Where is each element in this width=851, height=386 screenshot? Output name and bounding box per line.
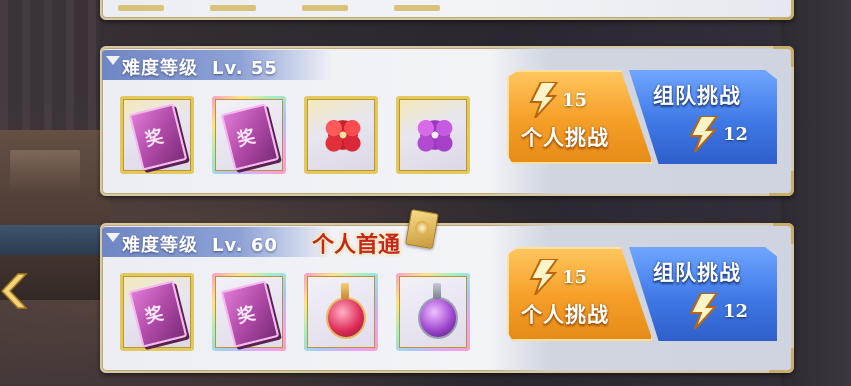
reward-item[interactable] bbox=[304, 96, 378, 174]
violet-potion-icon bbox=[418, 283, 458, 339]
difficulty-title: 难度等级 Lv. 55 bbox=[122, 54, 278, 80]
pink-book-rainbow-icon bbox=[220, 103, 280, 171]
stage-panel: 难度等级 Lv. 55 15 个人挑战 组队挑战 12 bbox=[100, 46, 794, 196]
stamina-bolt-icon bbox=[689, 116, 719, 152]
first-clear-badge: 个人首通 bbox=[312, 232, 401, 258]
panel-corner-ornament bbox=[769, 171, 794, 196]
reward-item[interactable] bbox=[120, 273, 194, 351]
team-challenge-button[interactable]: 组队挑战 12 bbox=[629, 70, 777, 164]
background-columns bbox=[0, 0, 100, 130]
red-potion-icon bbox=[326, 283, 366, 339]
reward-item[interactable] bbox=[304, 273, 378, 351]
reward-slot-stub bbox=[210, 5, 256, 11]
stamina-bolt-icon bbox=[689, 293, 719, 329]
solo-cost: 15 bbox=[562, 267, 588, 288]
header-marker-icon bbox=[106, 56, 120, 65]
panel-corner-ornament bbox=[773, 46, 794, 67]
reward-item[interactable] bbox=[120, 96, 194, 174]
header-marker-icon bbox=[106, 233, 120, 242]
first-clear-card-icon bbox=[405, 208, 439, 250]
reward-item[interactable] bbox=[396, 273, 470, 351]
team-button-label: 组队挑战 bbox=[653, 261, 741, 285]
stage-panel: 难度等级 Lv. 60 个人首通 15 个人挑战 组队挑战 12 bbox=[100, 208, 794, 373]
solo-cost: 15 bbox=[562, 90, 588, 111]
panel-corner-ornament bbox=[769, 0, 794, 20]
purple-flower-icon bbox=[412, 112, 458, 158]
pink-book-rainbow-icon bbox=[220, 280, 280, 348]
stamina-bolt-icon bbox=[529, 82, 559, 118]
left-arrow-icon[interactable] bbox=[0, 268, 28, 314]
difficulty-title: 难度等级 Lv. 60 bbox=[122, 231, 278, 257]
panel-corner-ornament bbox=[773, 223, 794, 244]
team-cost: 12 bbox=[723, 301, 749, 322]
difficulty-label: 难度等级 bbox=[122, 58, 198, 79]
solo-button-label: 个人挑战 bbox=[521, 303, 609, 327]
pink-book-icon bbox=[128, 103, 188, 171]
difficulty-level: Lv. 55 bbox=[212, 58, 278, 79]
reward-item[interactable] bbox=[212, 273, 286, 351]
team-challenge-button[interactable]: 组队挑战 12 bbox=[629, 247, 777, 341]
stamina-bolt-icon bbox=[529, 259, 559, 295]
pink-book-icon bbox=[128, 280, 188, 348]
team-cost: 12 bbox=[723, 124, 749, 145]
red-flower-icon bbox=[320, 112, 366, 158]
reward-slot-stub bbox=[302, 5, 348, 11]
difficulty-header: 难度等级 Lv. 55 bbox=[102, 50, 332, 80]
reward-slot-stub bbox=[394, 5, 440, 11]
panel-corner-ornament bbox=[769, 348, 794, 373]
difficulty-level: Lv. 60 bbox=[212, 235, 278, 256]
reward-slot-stub bbox=[118, 5, 164, 11]
difficulty-header: 难度等级 Lv. 60 bbox=[102, 227, 332, 257]
solo-button-label: 个人挑战 bbox=[521, 126, 609, 150]
difficulty-label: 难度等级 bbox=[122, 235, 198, 256]
stage-panel-previous bbox=[100, 0, 794, 20]
reward-item[interactable] bbox=[396, 96, 470, 174]
team-button-label: 组队挑战 bbox=[653, 84, 741, 108]
reward-item[interactable] bbox=[212, 96, 286, 174]
